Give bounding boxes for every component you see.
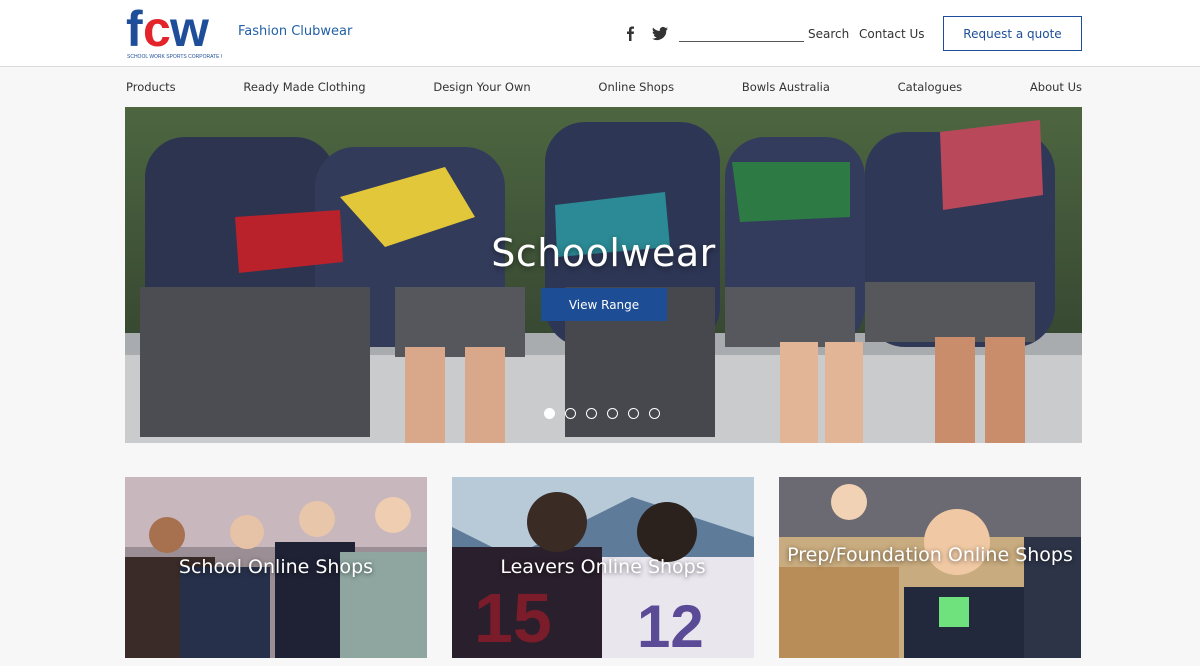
card-title-leavers: Leavers Online Shops bbox=[500, 556, 706, 578]
svg-text:f: f bbox=[126, 4, 143, 57]
card-prep-foundation-online-shops[interactable]: Prep/Foundation Online Shops bbox=[779, 477, 1081, 658]
twitter-icon[interactable] bbox=[652, 25, 668, 41]
svg-text:c: c bbox=[143, 4, 171, 57]
nav-item-products[interactable]: Products bbox=[126, 80, 176, 96]
contact-us-link[interactable]: Contact Us bbox=[859, 27, 925, 41]
slider-dot-3[interactable] bbox=[586, 408, 597, 419]
social-links bbox=[622, 25, 668, 41]
svg-text:w: w bbox=[169, 4, 209, 57]
nav-item-design-your-own[interactable]: Design Your Own bbox=[433, 80, 530, 96]
svg-text:15: 15 bbox=[474, 579, 552, 657]
svg-text:12: 12 bbox=[637, 593, 704, 658]
brand-name[interactable]: Fashion Clubwear bbox=[238, 24, 352, 39]
card-leavers-online-shops[interactable]: 15 12 Leavers Online Shops bbox=[452, 477, 754, 658]
nav-item-online-shops[interactable]: Online Shops bbox=[598, 80, 674, 96]
card-title-prep-foundation: Prep/Foundation Online Shops bbox=[787, 544, 1073, 566]
view-range-button[interactable]: View Range bbox=[541, 288, 667, 321]
request-quote-button[interactable]: Request a quote bbox=[943, 16, 1082, 51]
nav-item-catalogues[interactable]: Catalogues bbox=[898, 80, 963, 96]
slider-dots bbox=[544, 408, 660, 419]
main-nav: Products Ready Made Clothing Design Your… bbox=[126, 80, 1082, 96]
slider-dot-6[interactable] bbox=[649, 408, 660, 419]
prep-shops-image bbox=[779, 477, 1081, 658]
fcw-logo[interactable]: f c w SCHOOL WORK SPORTS CORPORATE WEAR bbox=[126, 4, 222, 60]
hero-title: Schoolwear bbox=[491, 231, 716, 275]
nav-item-ready-made-clothing[interactable]: Ready Made Clothing bbox=[243, 80, 365, 96]
search-box: Search bbox=[679, 26, 849, 44]
logo-tagline: SCHOOL WORK SPORTS CORPORATE WEAR bbox=[127, 54, 222, 60]
nav-item-bowls-australia[interactable]: Bowls Australia bbox=[742, 80, 830, 96]
slider-dot-4[interactable] bbox=[607, 408, 618, 419]
nav-item-about-us[interactable]: About Us bbox=[1030, 80, 1082, 96]
hero-slider[interactable]: Schoolwear View Range bbox=[125, 107, 1082, 443]
site-header: f c w SCHOOL WORK SPORTS CORPORATE WEAR … bbox=[0, 0, 1200, 67]
card-title-school: School Online Shops bbox=[178, 556, 374, 578]
slider-dot-2[interactable] bbox=[565, 408, 576, 419]
card-school-online-shops[interactable]: School Online Shops bbox=[125, 477, 427, 658]
search-input[interactable] bbox=[679, 26, 804, 42]
facebook-icon[interactable] bbox=[622, 25, 638, 41]
slider-dot-5[interactable] bbox=[628, 408, 639, 419]
slider-dot-1[interactable] bbox=[544, 408, 555, 419]
search-label[interactable]: Search bbox=[808, 27, 849, 41]
hero-image bbox=[125, 107, 1082, 443]
